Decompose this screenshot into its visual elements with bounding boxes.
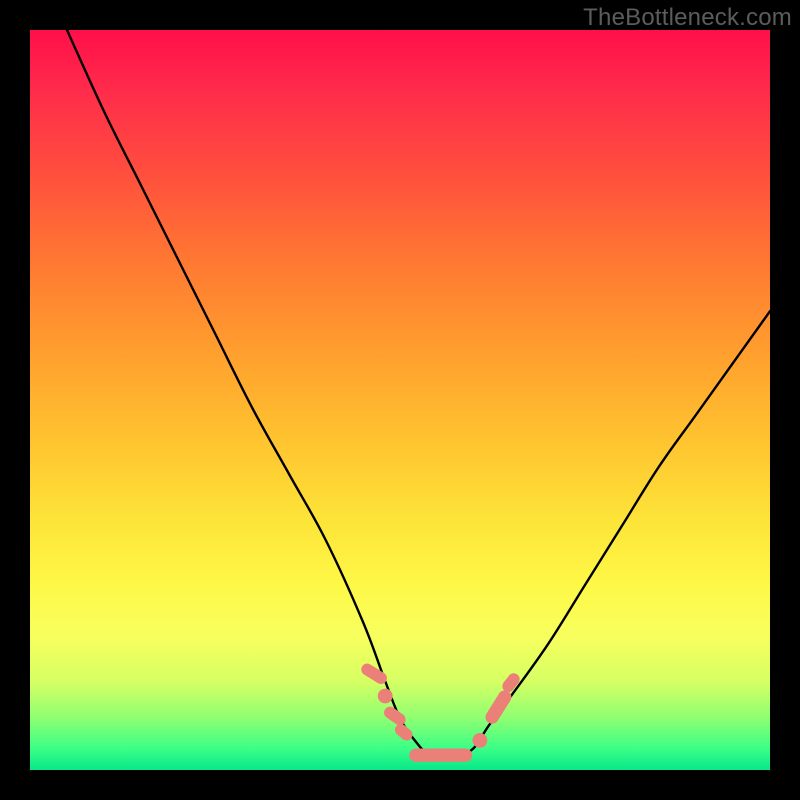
plot-area [30, 30, 770, 770]
curve-markers [359, 661, 522, 762]
marker-dot [473, 733, 488, 748]
watermark-text: TheBottleneck.com [583, 4, 792, 32]
bottleneck-curve [67, 30, 770, 756]
marker-pill [393, 722, 415, 743]
marker-pill [483, 688, 514, 726]
chart-svg [30, 30, 770, 770]
marker-dot [378, 689, 393, 704]
marker-pill [359, 661, 389, 686]
marker-pill [409, 749, 472, 762]
frame: TheBottleneck.com [0, 0, 800, 800]
